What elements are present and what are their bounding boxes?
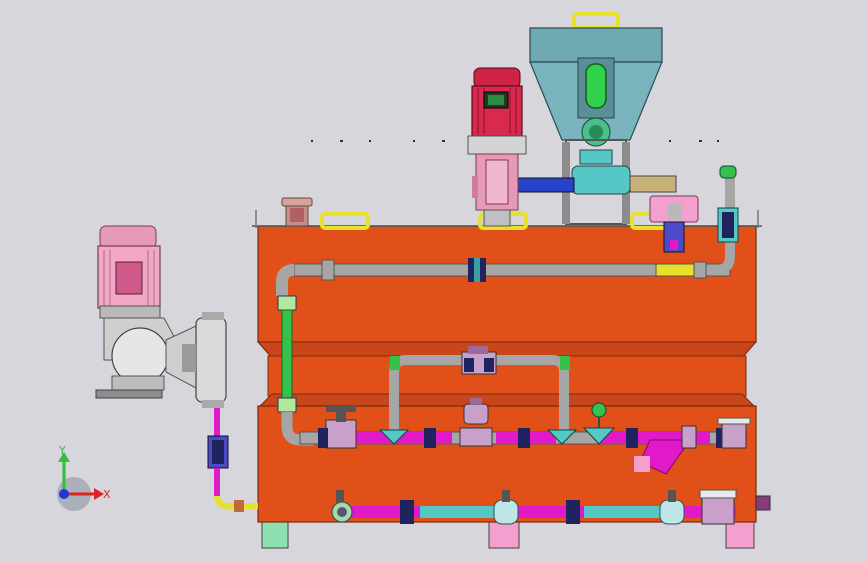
z-axis-dot (59, 489, 69, 499)
dosing-tank (252, 210, 762, 523)
y-axis-label: Y (58, 444, 66, 457)
agitator-motor (467, 67, 527, 227)
equipment-drawing: Y X (0, 0, 867, 562)
x-axis-label: X (103, 488, 111, 501)
vent-cap (281, 197, 313, 227)
